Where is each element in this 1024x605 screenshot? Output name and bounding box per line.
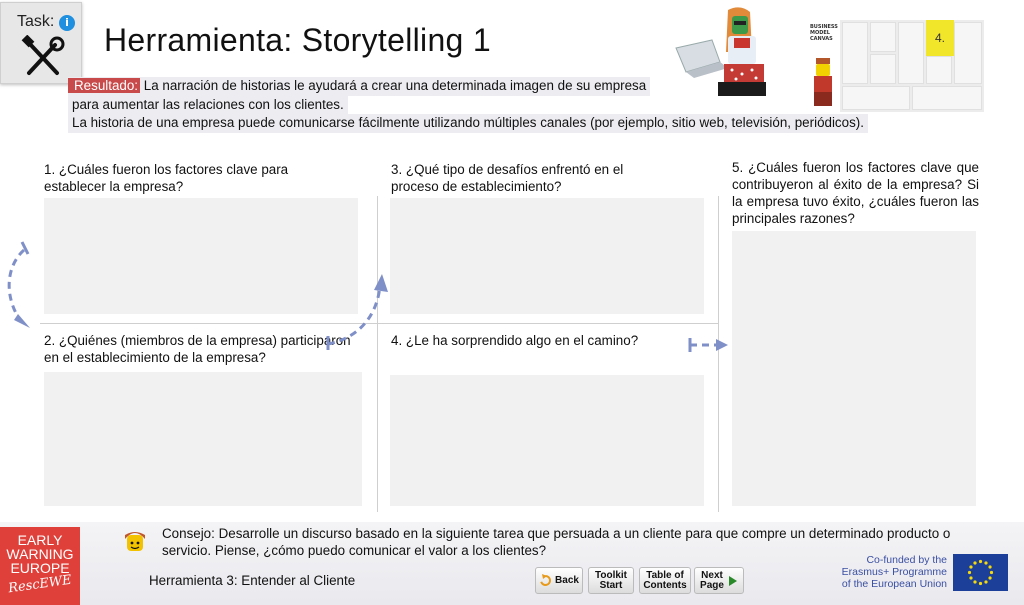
question-3: 3. ¿Qué tipo de desafíos enfrentó en el … — [391, 162, 624, 194]
play-icon — [728, 575, 737, 586]
answer-box-2[interactable] — [44, 372, 362, 506]
mini-figure-icon — [814, 58, 832, 106]
answer-box-3[interactable] — [390, 198, 704, 314]
question-5: 5. ¿Cuáles fueron los factores clave que… — [732, 160, 979, 226]
business-model-canvas-thumbnail: BUSINESS MODEL CANVAS 4. — [806, 20, 984, 112]
table-of-contents-button[interactable]: Table of Contents — [639, 567, 691, 594]
result-line-3: La historia de una empresa puede comunic… — [68, 114, 868, 133]
next-page-button[interactable]: Next Page — [694, 567, 744, 594]
back-arrow-icon — [540, 574, 552, 586]
tools-icon — [21, 35, 65, 75]
result-line-2: para aumentar las relaciones con los cli… — [68, 95, 348, 114]
back-button[interactable]: Back — [535, 567, 583, 594]
lego-head-icon — [125, 532, 145, 551]
canvas-highlight-block: 4. — [926, 20, 954, 56]
canvas-title: BUSINESS MODEL CANVAS — [810, 24, 838, 42]
answer-box-4[interactable] — [390, 375, 704, 506]
character-illustration — [675, 7, 766, 96]
arrow-right-icon — [688, 338, 728, 352]
arrow-up-icon — [326, 274, 388, 350]
answer-box-1[interactable] — [44, 198, 358, 314]
question-2: 2. ¿Quiénes (miembros de la empresa) par… — [44, 333, 351, 365]
answer-box-5[interactable] — [732, 231, 976, 506]
ewe-logo: EARLY WARNING EUROPE RescEWE — [0, 527, 80, 605]
result-line-1: La narración de historias le ayudará a c… — [140, 78, 647, 93]
toolkit-start-button[interactable]: Toolkit Start — [588, 567, 634, 594]
task-panel[interactable]: Task: i — [0, 2, 82, 84]
result-tag: Resultado: — [68, 78, 141, 93]
eu-flag-icon — [953, 554, 1008, 591]
question-1: 1. ¿Cuáles fueron los factores clave par… — [44, 162, 289, 194]
cofunded-text: Co-funded by the Erasmus+ Programme of t… — [841, 554, 947, 590]
page-title: Herramienta: Storytelling 1 — [104, 22, 491, 58]
task-label: Task: — [17, 13, 55, 30]
info-icon[interactable]: i — [59, 15, 75, 31]
divider-vertical-1 — [377, 196, 378, 512]
arrow-loop-icon — [7, 241, 30, 328]
tool-name: Herramienta 3: Entender al Cliente — [149, 573, 356, 588]
question-4: 4. ¿Le ha sorprendido algo en el camino? — [391, 333, 639, 348]
